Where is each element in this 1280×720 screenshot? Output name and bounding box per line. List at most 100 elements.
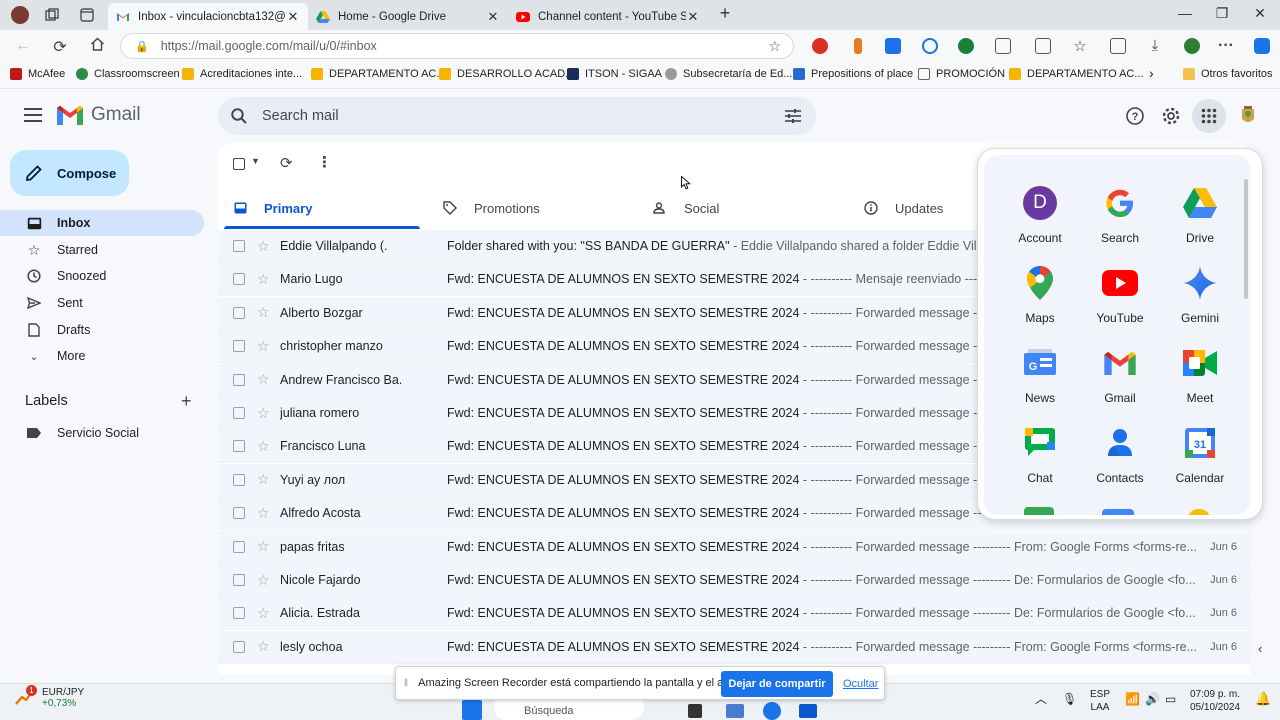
new-tab-button[interactable]: + <box>717 3 733 23</box>
star-icon[interactable]: ☆ <box>257 638 270 655</box>
app-maps[interactable]: Maps <box>1000 245 1080 325</box>
tab-primary[interactable]: Primary <box>218 187 420 229</box>
close-icon[interactable]: ✕ <box>686 9 700 25</box>
stop-sharing-button[interactable]: Dejar de compartir <box>721 671 833 697</box>
browser-essentials-icon[interactable] <box>1184 38 1200 54</box>
row-checkbox[interactable] <box>233 574 245 586</box>
app-gemini[interactable]: Gemini <box>1160 245 1240 325</box>
bookmark-item[interactable]: PROMOCIÓN <box>918 68 1005 80</box>
bookmark-item[interactable]: DEPARTAMENTO AC... <box>1009 68 1144 80</box>
bookmark-item[interactable]: Subsecretaría de Ed... <box>665 68 792 80</box>
row-checkbox[interactable] <box>233 273 245 286</box>
tab-actions-icon[interactable] <box>79 7 95 23</box>
clock[interactable]: 07:09 p. m. 05/10/2024 <box>1190 688 1240 714</box>
row-checkbox[interactable] <box>233 607 245 620</box>
bookmark-item[interactable]: Acreditaciones inte... <box>182 68 302 80</box>
row-checkbox[interactable] <box>233 340 245 353</box>
search-bar[interactable]: Search mail <box>218 97 816 135</box>
battery-icon[interactable]: ▭ <box>1165 693 1176 706</box>
star-icon[interactable]: ☆ <box>257 471 270 488</box>
sidebar-item-drafts[interactable]: Drafts <box>0 317 204 343</box>
tab-gmail[interactable]: Inbox - vinculacioncbta132@gma ✕ <box>108 3 308 30</box>
settings-more-icon[interactable]: ··· <box>1216 37 1236 55</box>
microphone-icon[interactable]: 🎙 <box>1062 693 1077 706</box>
row-checkbox[interactable] <box>233 473 245 486</box>
collections-icon[interactable] <box>1110 38 1126 54</box>
row-checkbox[interactable] <box>233 640 245 653</box>
star-icon[interactable]: ☆ <box>257 538 270 555</box>
tray-overflow-icon[interactable]: ︿ <box>1035 693 1047 706</box>
app-chat[interactable]: Chat <box>1000 405 1080 485</box>
star-icon[interactable]: ☆ <box>257 338 270 355</box>
side-panel-toggle-icon[interactable]: ‹ <box>1258 641 1278 665</box>
task-view-icon[interactable] <box>688 704 702 718</box>
app-calendar[interactable]: 31 Calendar <box>1160 405 1240 485</box>
extension-pen-icon[interactable] <box>885 38 901 54</box>
extension-grammarly-icon[interactable] <box>958 38 974 54</box>
reload-icon[interactable]: ⟳ <box>50 37 70 57</box>
tab-social[interactable]: Social <box>638 187 840 229</box>
help-icon[interactable]: ? <box>1124 105 1146 127</box>
minimize-icon[interactable]: — <box>1175 5 1195 21</box>
refresh-icon[interactable]: ⟳ <box>280 154 293 172</box>
app-gmail[interactable]: Gmail <box>1080 325 1160 405</box>
favorites-icon[interactable]: ☆ <box>1070 37 1090 55</box>
star-icon[interactable]: ☆ <box>257 405 270 422</box>
downloads-icon[interactable]: ⤓ <box>1145 37 1165 54</box>
app-search[interactable]: Search <box>1080 165 1160 245</box>
bookmark-item[interactable]: Classroomscreen <box>76 68 180 80</box>
profile-avatar-icon[interactable] <box>11 6 29 24</box>
star-icon[interactable]: ☆ <box>257 438 270 455</box>
email-row[interactable]: ☆ Alicia. Estrada Fwd: ENCUESTA DE ALUMNOS… <box>218 597 1250 631</box>
close-window-icon[interactable]: ✕ <box>1250 5 1270 22</box>
sidebar-item-sent[interactable]: Sent <box>0 290 204 316</box>
star-icon[interactable]: ☆ <box>257 605 270 622</box>
copilot-icon[interactable] <box>1254 38 1270 54</box>
star-icon[interactable]: ☆ <box>257 304 270 321</box>
extension-link-icon[interactable] <box>922 38 938 54</box>
sidebar-item-more[interactable]: ⌄ More <box>0 343 204 369</box>
back-icon[interactable]: ← <box>13 37 33 55</box>
bookmark-item[interactable]: Prepositions of place <box>793 68 913 80</box>
sidebar-label-servicio-social[interactable]: Servicio Social <box>0 420 204 446</box>
tab-drive[interactable]: Home - Google Drive ✕ <box>308 3 508 30</box>
gmail-logo[interactable]: Gmail <box>57 104 141 126</box>
bookmark-item[interactable]: McAfee <box>10 68 65 80</box>
bookmark-item[interactable]: DESARROLLO ACAD... <box>439 68 574 80</box>
split-screen-icon[interactable] <box>1035 38 1051 54</box>
notifications-icon[interactable]: 🔔 <box>1255 692 1271 705</box>
bookmark-item[interactable]: DEPARTAMENTO AC... <box>311 68 446 80</box>
close-icon[interactable]: ✕ <box>486 9 500 25</box>
app-drive[interactable]: Drive <box>1160 165 1240 245</box>
extensions-puzzle-icon[interactable] <box>995 38 1011 54</box>
maximize-icon[interactable]: ❐ <box>1212 5 1232 22</box>
sidebar-item-snoozed[interactable]: Snoozed <box>0 263 204 289</box>
select-dropdown-icon[interactable]: ▼ <box>251 156 260 166</box>
search-input[interactable]: Search mail <box>262 108 339 124</box>
star-icon[interactable]: ☆ <box>257 572 270 589</box>
bookmarks-overflow-icon[interactable]: › <box>1149 65 1154 81</box>
bookmark-star-icon[interactable]: ☆ <box>768 38 781 55</box>
email-row[interactable]: ☆ papas fritas Fwd: ENCUESTA DE ALUMNOS EN… <box>218 530 1250 564</box>
compose-button[interactable]: Compose <box>10 150 129 196</box>
row-checkbox[interactable] <box>233 306 245 319</box>
email-row[interactable]: ☆ lesly ochoa Fwd: ENCUESTA DE ALUMNOS EN … <box>218 630 1250 664</box>
edge-icon[interactable] <box>763 702 781 720</box>
row-checkbox[interactable] <box>233 540 245 553</box>
workspaces-icon[interactable] <box>44 7 60 23</box>
apps-scrollbar[interactable] <box>1244 179 1248 299</box>
drag-handle-icon[interactable]: ‖ <box>404 678 408 689</box>
search-options-icon[interactable] <box>784 108 802 124</box>
sidebar-item-inbox[interactable]: Inbox <box>0 210 204 236</box>
language-indicator[interactable]: ESP LAA <box>1090 688 1110 714</box>
star-icon[interactable]: ☆ <box>257 371 270 388</box>
tab-promotions[interactable]: Promotions <box>428 187 630 229</box>
tab-youtube-studio[interactable]: Channel content - YouTube Studio ✕ <box>508 3 708 30</box>
select-all-checkbox[interactable] <box>233 158 245 170</box>
taskbar-app-icon[interactable] <box>799 704 817 718</box>
add-label-button[interactable]: + <box>181 391 192 412</box>
email-row[interactable]: ☆ Nicole Fajardo Fwd: ENCUESTA DE ALUMNOS … <box>218 564 1250 597</box>
app-youtube[interactable]: YouTube <box>1080 245 1160 325</box>
more-options-icon[interactable]: ⋮ <box>317 153 332 171</box>
app-account[interactable]: D Account <box>1000 165 1080 245</box>
